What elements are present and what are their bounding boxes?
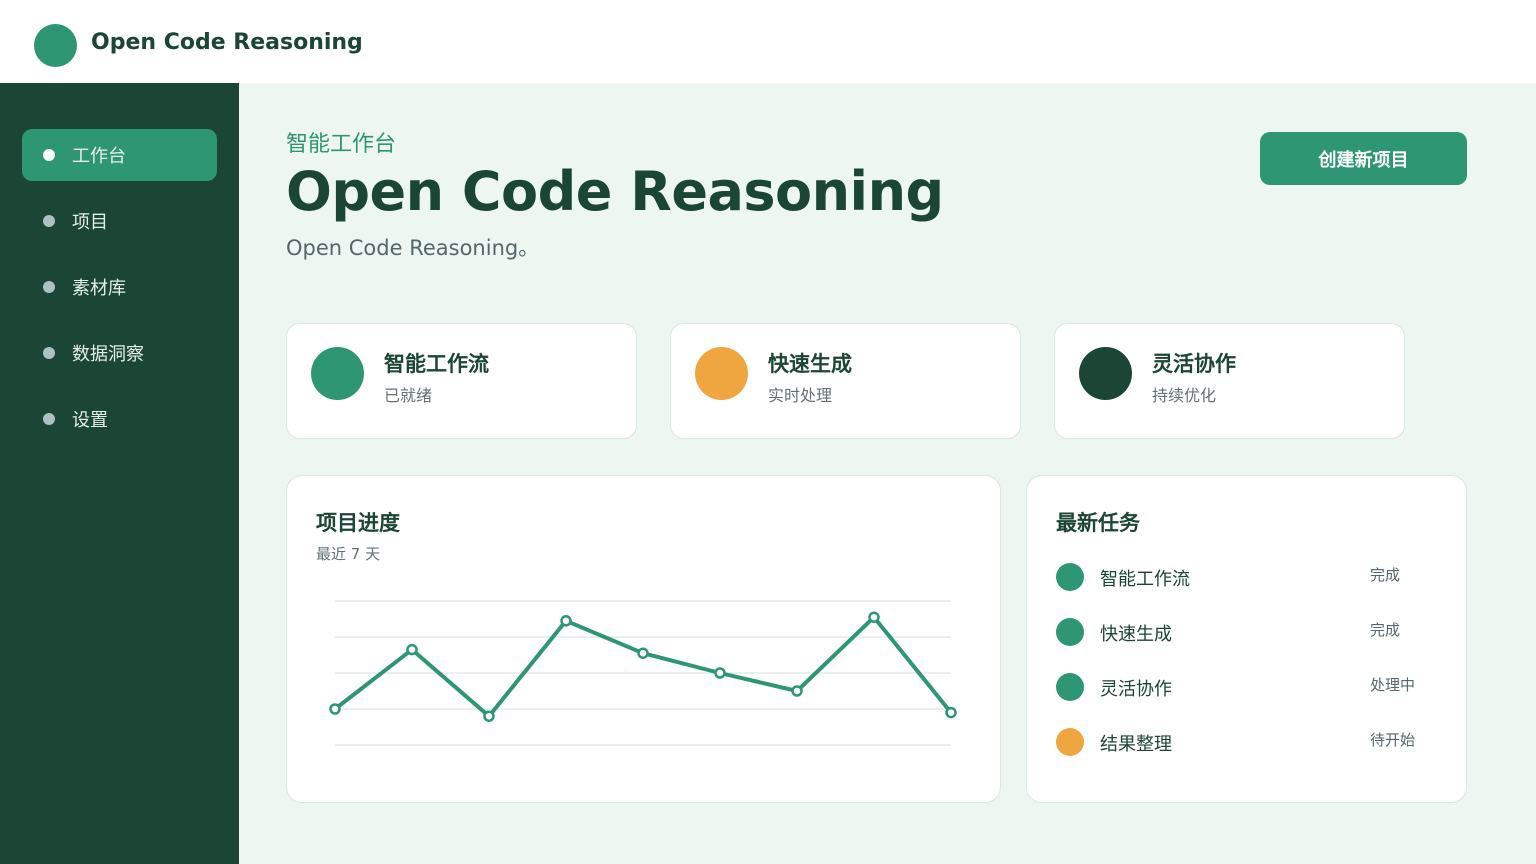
circle-icon xyxy=(1079,347,1132,400)
tasks-panel: 最新任务 智能工作流 完成 快速生成 完成 灵活协作 处理中 结果整理 待开始 xyxy=(1026,475,1467,803)
dot-icon xyxy=(43,347,55,359)
stat-subtitle: 实时处理 xyxy=(768,386,833,405)
task-status: 处理中 xyxy=(1370,676,1416,694)
stat-subtitle: 已就绪 xyxy=(384,386,433,405)
stat-title: 灵活协作 xyxy=(1152,352,1236,376)
sidebar-item-label: 项目 xyxy=(72,212,108,233)
task-name: 灵活协作 xyxy=(1100,679,1172,700)
task-row[interactable]: 灵活协作 处理中 xyxy=(1056,672,1436,702)
status-dot-icon xyxy=(1056,618,1084,646)
task-status: 完成 xyxy=(1370,566,1401,584)
page-subtitle: Open Code Reasoning。 xyxy=(286,236,540,260)
create-project-button[interactable]: 创建新项目 xyxy=(1260,132,1467,185)
app-title: Open Code Reasoning xyxy=(91,30,363,55)
data-point[interactable] xyxy=(406,643,418,656)
status-dot-icon xyxy=(1056,673,1084,701)
task-row[interactable]: 智能工作流 完成 xyxy=(1056,562,1436,592)
task-row[interactable]: 快速生成 完成 xyxy=(1056,617,1436,647)
data-point[interactable] xyxy=(714,667,726,679)
dot-icon xyxy=(43,215,55,227)
sidebar-item-settings[interactable]: 设置 xyxy=(22,393,217,445)
dot-icon xyxy=(43,413,55,425)
data-point[interactable] xyxy=(945,706,957,719)
data-point[interactable] xyxy=(329,703,341,715)
top-bar: Open Code Reasoning xyxy=(0,0,1536,83)
task-row[interactable]: 结果整理 待开始 xyxy=(1056,727,1436,757)
stat-subtitle: 持续优化 xyxy=(1152,386,1217,405)
sidebar-item-workbench[interactable]: 工作台 xyxy=(22,129,217,181)
sidebar-item-label: 数据洞察 xyxy=(72,344,144,365)
task-status: 待开始 xyxy=(1370,731,1416,749)
task-name: 快速生成 xyxy=(1100,624,1172,645)
data-point[interactable] xyxy=(791,685,803,697)
stat-card-workflow[interactable]: 智能工作流 已就绪 xyxy=(286,323,637,439)
stat-title: 快速生成 xyxy=(768,352,852,376)
dot-icon xyxy=(43,149,55,161)
page-eyebrow: 智能工作台 xyxy=(286,132,397,157)
stat-title: 智能工作流 xyxy=(384,352,489,376)
circle-icon xyxy=(311,347,364,400)
page-title: Open Code Reasoning xyxy=(286,160,944,223)
data-point[interactable] xyxy=(637,647,649,659)
data-point[interactable] xyxy=(560,615,572,627)
task-status: 完成 xyxy=(1370,621,1401,639)
logo-icon xyxy=(34,24,77,67)
series-line xyxy=(333,615,953,719)
sidebar-item-label: 素材库 xyxy=(72,278,126,299)
task-name: 智能工作流 xyxy=(1100,569,1190,590)
status-dot-icon xyxy=(1056,563,1084,591)
sidebar-item-assets[interactable]: 素材库 xyxy=(22,261,217,313)
sidebar-item-label: 设置 xyxy=(72,410,108,431)
tasks-title: 最新任务 xyxy=(1056,511,1140,535)
task-name: 结果整理 xyxy=(1100,734,1172,755)
stat-card-generate[interactable]: 快速生成 实时处理 xyxy=(670,323,1021,439)
data-point[interactable] xyxy=(868,611,880,623)
sidebar-item-label: 工作台 xyxy=(72,146,126,167)
sidebar-item-insights[interactable]: 数据洞察 xyxy=(22,327,217,379)
circle-icon xyxy=(695,347,748,400)
stat-card-collab[interactable]: 灵活协作 持续优化 xyxy=(1054,323,1405,439)
status-dot-icon xyxy=(1056,728,1084,756)
progress-panel: 项目进度 最近 7 天 xyxy=(286,475,1001,803)
progress-line-chart xyxy=(329,600,957,746)
data-point[interactable] xyxy=(483,710,495,722)
sidebar: 工作台 项目 素材库 数据洞察 设置 xyxy=(0,83,239,864)
dot-icon xyxy=(43,281,55,293)
sidebar-item-projects[interactable]: 项目 xyxy=(22,195,217,247)
